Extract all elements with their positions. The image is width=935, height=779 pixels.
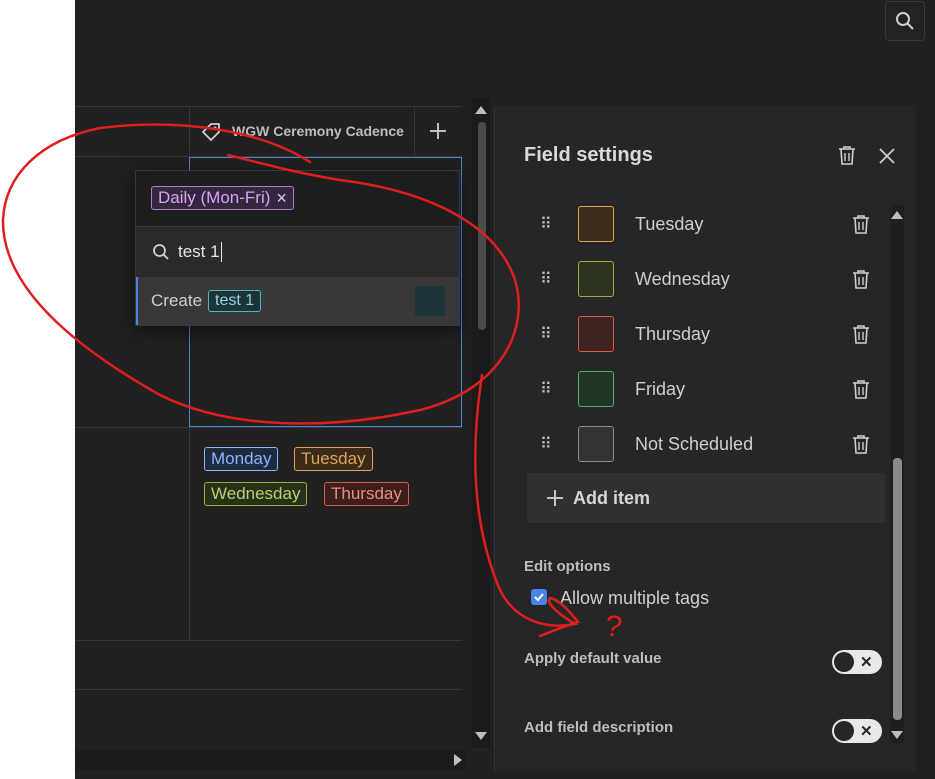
tag-option-label[interactable]: Tuesday: [635, 214, 835, 235]
selected-tag: Daily (Mon-Fri) ×: [151, 186, 294, 210]
tag-option-row[interactable]: ⠿ Wednesday: [540, 257, 880, 301]
tag-search-input[interactable]: test 1: [178, 241, 222, 262]
drag-handle-icon[interactable]: ⠿: [540, 214, 568, 234]
create-label: Create: [151, 291, 203, 310]
drag-handle-icon[interactable]: ⠿: [540, 434, 568, 454]
close-icon: [879, 148, 895, 164]
cell-tag: Wednesday: [204, 482, 308, 506]
toggle-off-icon: ✕: [860, 723, 873, 740]
create-tag-option[interactable]: Create test 1: [136, 277, 459, 325]
close-panel-button[interactable]: [878, 147, 896, 170]
search-button[interactable]: [885, 1, 925, 41]
color-swatch[interactable]: [578, 371, 614, 407]
selected-tags-area: Daily (Mon-Fri) ×: [136, 171, 459, 227]
scroll-down-arrow[interactable]: [475, 732, 487, 740]
grid-line: [75, 427, 462, 428]
panel-scrollbar-thumb[interactable]: [893, 458, 902, 720]
remove-tag-icon[interactable]: ×: [276, 187, 287, 209]
delete-item-button[interactable]: [852, 379, 870, 399]
color-swatch[interactable]: [578, 426, 614, 462]
horizontal-scrollbar[interactable]: [75, 750, 465, 770]
delete-item-button[interactable]: [852, 434, 870, 454]
trash-icon: [853, 435, 869, 454]
search-icon: [896, 12, 914, 30]
trash-icon: [853, 215, 869, 234]
column-header-label: WGW Ceremony Cadence: [232, 123, 404, 139]
trash-icon: [839, 146, 855, 165]
trash-icon: [853, 270, 869, 289]
add-item-label: Add item: [573, 487, 651, 508]
grid-line: [75, 640, 462, 641]
toggle-knob: [834, 652, 854, 672]
tag-option-label[interactable]: Wednesday: [635, 269, 835, 290]
apply-default-toggle[interactable]: ✕: [832, 650, 882, 674]
allow-multiple-label[interactable]: Allow multiple tags: [560, 588, 709, 609]
delete-item-button[interactable]: [852, 324, 870, 344]
cell-tag: Thursday: [324, 482, 409, 506]
trash-icon: [853, 325, 869, 344]
table-scrollbar-thumb[interactable]: [478, 122, 486, 330]
toggle-off-icon: ✕: [860, 654, 873, 671]
tag-option-row[interactable]: ⠿ Not Scheduled: [540, 422, 880, 466]
cell-tag: Tuesday: [294, 447, 373, 471]
tag-option-label[interactable]: Not Scheduled: [635, 434, 835, 455]
search-icon: [153, 243, 169, 260]
drag-handle-icon[interactable]: ⠿: [540, 324, 568, 344]
drag-handle-icon[interactable]: ⠿: [540, 379, 568, 399]
panel-scroll-down-arrow[interactable]: [891, 731, 903, 739]
selected-tag-label: Daily (Mon-Fri): [158, 188, 271, 207]
delete-item-button[interactable]: [852, 269, 870, 289]
color-swatch[interactable]: [578, 261, 614, 297]
tag-option-row[interactable]: ⠿ Thursday: [540, 312, 880, 356]
add-description-toggle[interactable]: ✕: [832, 719, 882, 743]
tag-color-swatch: [415, 286, 445, 316]
edit-options-label: Edit options: [524, 558, 611, 575]
scroll-up-arrow[interactable]: [475, 106, 487, 114]
delete-field-button[interactable]: [838, 145, 856, 170]
toggle-knob: [834, 721, 854, 741]
tag-option-label[interactable]: Thursday: [635, 324, 835, 345]
allow-multiple-checkbox[interactable]: [531, 589, 547, 605]
plus-icon: [429, 123, 446, 139]
tag-dropdown: Daily (Mon-Fri) × test 1 Create test 1: [135, 170, 460, 326]
tag-option-row[interactable]: ⠿ Tuesday: [540, 202, 880, 246]
new-tag-preview: test 1: [208, 290, 262, 312]
add-column-button[interactable]: [414, 106, 461, 156]
tag-option-row[interactable]: ⠿ Friday: [540, 367, 880, 411]
color-swatch[interactable]: [578, 206, 614, 242]
trash-icon: [853, 380, 869, 399]
cell-tag: Monday: [204, 447, 279, 471]
grid-line: [75, 689, 462, 690]
column-header[interactable]: WGW Ceremony Cadence: [190, 106, 414, 156]
color-swatch[interactable]: [578, 316, 614, 352]
panel-title: Field settings: [524, 144, 653, 166]
scroll-right-arrow[interactable]: [454, 754, 462, 766]
add-item-button[interactable]: Add item: [527, 473, 885, 523]
tag-icon: [202, 123, 220, 141]
tag-search[interactable]: test 1: [136, 227, 459, 276]
apply-default-label: Apply default value: [524, 650, 662, 667]
drag-handle-icon[interactable]: ⠿: [540, 269, 568, 289]
check-icon: [534, 593, 544, 602]
tag-option-label[interactable]: Friday: [635, 379, 835, 400]
panel-scroll-up-arrow[interactable]: [891, 211, 903, 219]
add-description-label: Add field description: [524, 719, 674, 736]
plus-icon: [547, 490, 563, 506]
delete-item-button[interactable]: [852, 214, 870, 234]
